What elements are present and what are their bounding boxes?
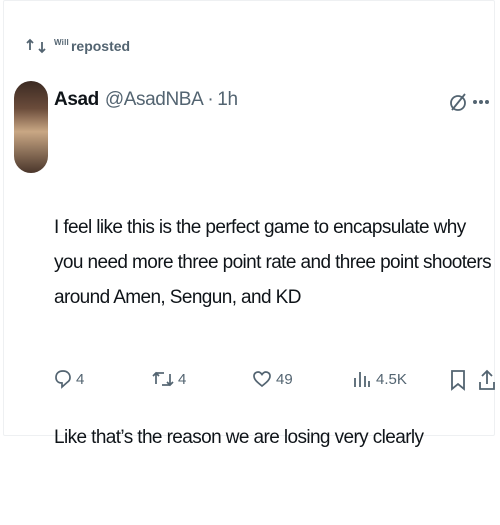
tweet-header: Asad @AsadNBA · 1h (54, 89, 238, 111)
retweet-count: 4 (178, 370, 187, 388)
avatar[interactable] (14, 81, 48, 173)
more-options-icon[interactable] (472, 99, 490, 105)
grok-icon[interactable] (448, 91, 468, 113)
share-button[interactable] (478, 369, 500, 391)
timestamp[interactable]: 1h (217, 89, 238, 111)
like-count: 49 (276, 370, 293, 388)
reply-button[interactable]: 4 (54, 369, 84, 389)
retweet-button[interactable]: 4 (152, 369, 186, 389)
repost-label: reposted (70, 38, 131, 54)
retweet-icon (152, 371, 174, 387)
tweet-card[interactable]: Will reposted Asad @AsadNBA · 1h I feel … (3, 0, 495, 448)
author-name[interactable]: Asad (54, 89, 99, 111)
separator: · (207, 89, 214, 110)
reposter-name[interactable]: Will (54, 38, 69, 47)
view-count: 4.5K (376, 370, 407, 388)
tweet-paragraph: Like that’s the reason we are losing ver… (54, 427, 424, 448)
action-bar: 4 4 49 4.5K (54, 369, 495, 399)
tweet-text: I feel like this is the perfect game to … (54, 140, 494, 525)
like-button[interactable]: 49 (252, 369, 293, 389)
views-button[interactable]: 4.5K (352, 369, 407, 389)
reply-icon (55, 370, 71, 389)
repost-indicator: Will reposted (26, 37, 130, 55)
author-handle[interactable]: @AsadNBA (105, 89, 204, 111)
retweet-icon (26, 38, 46, 54)
bookmark-icon (451, 370, 465, 391)
analytics-icon (354, 372, 370, 387)
bookmark-button[interactable] (450, 369, 470, 391)
share-icon (479, 369, 495, 390)
reply-count: 4 (76, 370, 85, 388)
tweet-paragraph: I feel like this is the perfect game to … (54, 217, 496, 308)
heart-icon (253, 371, 271, 388)
